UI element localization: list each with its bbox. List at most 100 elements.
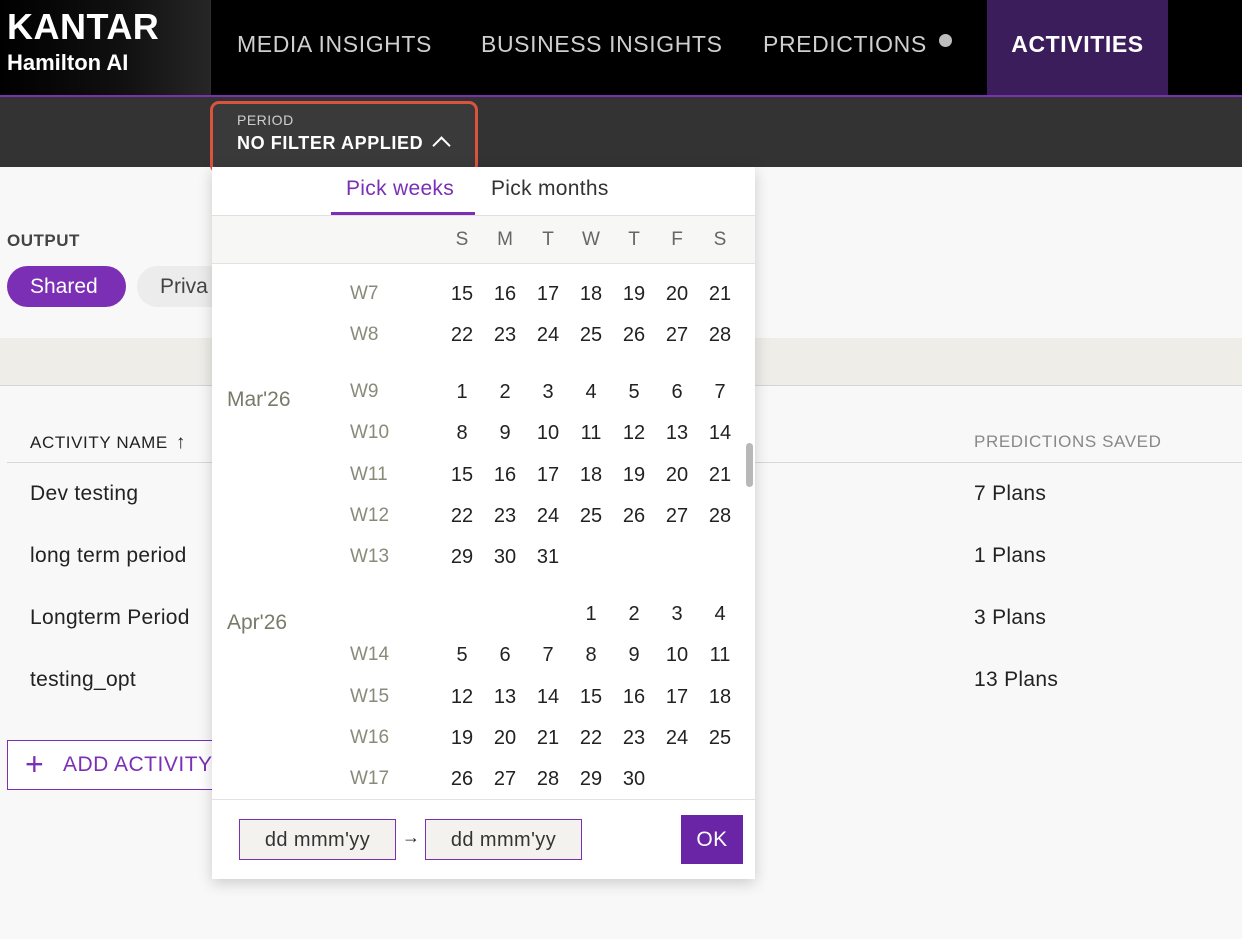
calendar-day[interactable]: 27 — [657, 505, 697, 528]
column-header-predictions-saved[interactable]: PREDICTIONS SAVED — [974, 432, 1161, 452]
calendar-day[interactable]: 25 — [571, 324, 611, 347]
calendar-day[interactable]: 17 — [528, 464, 568, 487]
calendar-day[interactable]: 23 — [485, 324, 525, 347]
nav-activities[interactable]: ACTIVITIES — [987, 0, 1168, 95]
shared-toggle[interactable]: Shared — [7, 266, 126, 307]
calendar-day[interactable]: 19 — [442, 727, 482, 750]
week-number[interactable]: W8 — [350, 324, 379, 346]
start-date-input[interactable]: dd mmm'yy — [239, 819, 396, 860]
calendar-day[interactable]: 11 — [571, 422, 611, 445]
week-number[interactable]: W7 — [350, 283, 379, 305]
week-number[interactable]: W14 — [350, 644, 389, 666]
activity-name[interactable]: testing_opt — [30, 668, 136, 692]
calendar-day[interactable]: 3 — [657, 603, 697, 626]
week-number[interactable]: W12 — [350, 505, 389, 527]
calendar-day[interactable]: 5 — [442, 644, 482, 667]
week-number[interactable]: W13 — [350, 546, 389, 568]
calendar-day[interactable]: 26 — [614, 505, 654, 528]
calendar-day[interactable]: 23 — [614, 727, 654, 750]
calendar-day[interactable]: 2 — [614, 603, 654, 626]
add-activity-button[interactable]: + ADD ACTIVITY — [7, 740, 237, 790]
calendar-day[interactable]: 10 — [657, 644, 697, 667]
calendar-day[interactable]: 25 — [700, 727, 740, 750]
calendar-day[interactable]: 19 — [614, 464, 654, 487]
calendar-day[interactable]: 17 — [528, 283, 568, 306]
calendar-day[interactable]: 10 — [528, 422, 568, 445]
calendar-day[interactable]: 4 — [700, 603, 740, 626]
activity-name[interactable]: long term period — [30, 544, 187, 568]
calendar-day[interactable]: 28 — [700, 505, 740, 528]
tab-pick-months[interactable]: Pick months — [491, 177, 609, 201]
calendar-day[interactable]: 21 — [700, 283, 740, 306]
calendar-day[interactable]: 18 — [571, 464, 611, 487]
calendar-day[interactable]: 12 — [442, 686, 482, 709]
week-number[interactable]: W15 — [350, 686, 389, 708]
calendar-day[interactable]: 19 — [614, 283, 654, 306]
activity-name[interactable]: Dev testing — [30, 482, 138, 506]
calendar-day[interactable]: 15 — [442, 464, 482, 487]
calendar-day[interactable]: 7 — [528, 644, 568, 667]
calendar-day[interactable]: 25 — [571, 505, 611, 528]
calendar-day[interactable]: 6 — [657, 381, 697, 404]
calendar-day[interactable]: 24 — [528, 505, 568, 528]
calendar-day[interactable]: 9 — [485, 422, 525, 445]
brand-logo[interactable]: KANTAR Hamilton AI — [0, 0, 211, 95]
calendar-day[interactable]: 13 — [657, 422, 697, 445]
calendar-day[interactable]: 28 — [700, 324, 740, 347]
calendar-day[interactable]: 3 — [528, 381, 568, 404]
calendar-day[interactable]: 28 — [528, 768, 568, 791]
calendar-day[interactable]: 30 — [485, 546, 525, 569]
calendar-day[interactable]: 9 — [614, 644, 654, 667]
calendar-day[interactable]: 21 — [528, 727, 568, 750]
ok-button[interactable]: OK — [681, 815, 743, 864]
calendar-day[interactable]: 29 — [442, 546, 482, 569]
calendar-day[interactable]: 8 — [442, 422, 482, 445]
calendar-day[interactable]: 6 — [485, 644, 525, 667]
week-number[interactable]: W16 — [350, 727, 389, 749]
calendar-day[interactable]: 7 — [700, 381, 740, 404]
calendar-day[interactable]: 31 — [528, 546, 568, 569]
calendar-day[interactable]: 14 — [700, 422, 740, 445]
calendar-day[interactable]: 29 — [571, 768, 611, 791]
calendar-day[interactable]: 18 — [571, 283, 611, 306]
calendar-day[interactable]: 27 — [485, 768, 525, 791]
calendar-day[interactable]: 22 — [442, 505, 482, 528]
calendar-day[interactable]: 16 — [485, 464, 525, 487]
end-date-input[interactable]: dd mmm'yy — [425, 819, 582, 860]
calendar-day[interactable]: 21 — [700, 464, 740, 487]
period-filter-button[interactable]: PERIOD NO FILTER APPLIED — [210, 101, 478, 174]
column-header-activity-name[interactable]: ACTIVITY NAME ↑ — [30, 432, 186, 454]
calendar-day[interactable]: 26 — [442, 768, 482, 791]
calendar-day[interactable]: 27 — [657, 324, 697, 347]
calendar-day[interactable]: 2 — [485, 381, 525, 404]
calendar-day[interactable]: 20 — [657, 464, 697, 487]
calendar-day[interactable]: 8 — [571, 644, 611, 667]
week-number[interactable]: W11 — [350, 464, 388, 486]
week-number[interactable]: W10 — [350, 422, 389, 444]
calendar-day[interactable]: 15 — [571, 686, 611, 709]
calendar-day[interactable]: 18 — [700, 686, 740, 709]
calendar-day[interactable]: 13 — [485, 686, 525, 709]
calendar-day[interactable]: 11 — [700, 644, 740, 667]
nav-predictions[interactable]: PREDICTIONS — [763, 0, 952, 95]
calendar-day[interactable]: 5 — [614, 381, 654, 404]
nav-business-insights[interactable]: BUSINESS INSIGHTS — [481, 0, 723, 95]
calendar-day[interactable]: 30 — [614, 768, 654, 791]
calendar-day[interactable]: 4 — [571, 381, 611, 404]
calendar-day[interactable]: 23 — [485, 505, 525, 528]
nav-media-insights[interactable]: MEDIA INSIGHTS — [237, 0, 432, 95]
calendar-day[interactable]: 24 — [657, 727, 697, 750]
calendar-day[interactable]: 24 — [528, 324, 568, 347]
calendar-day[interactable]: 1 — [442, 381, 482, 404]
activity-name[interactable]: Longterm Period — [30, 606, 190, 630]
calendar-day[interactable]: 20 — [485, 727, 525, 750]
calendar-day[interactable]: 12 — [614, 422, 654, 445]
calendar-day[interactable]: 20 — [657, 283, 697, 306]
calendar-day[interactable]: 22 — [571, 727, 611, 750]
calendar-day[interactable]: 15 — [442, 283, 482, 306]
calendar-day[interactable]: 17 — [657, 686, 697, 709]
week-number[interactable]: W9 — [350, 381, 379, 403]
calendar-day[interactable]: 1 — [571, 603, 611, 626]
calendar-day[interactable]: 16 — [485, 283, 525, 306]
calendar-day[interactable]: 16 — [614, 686, 654, 709]
